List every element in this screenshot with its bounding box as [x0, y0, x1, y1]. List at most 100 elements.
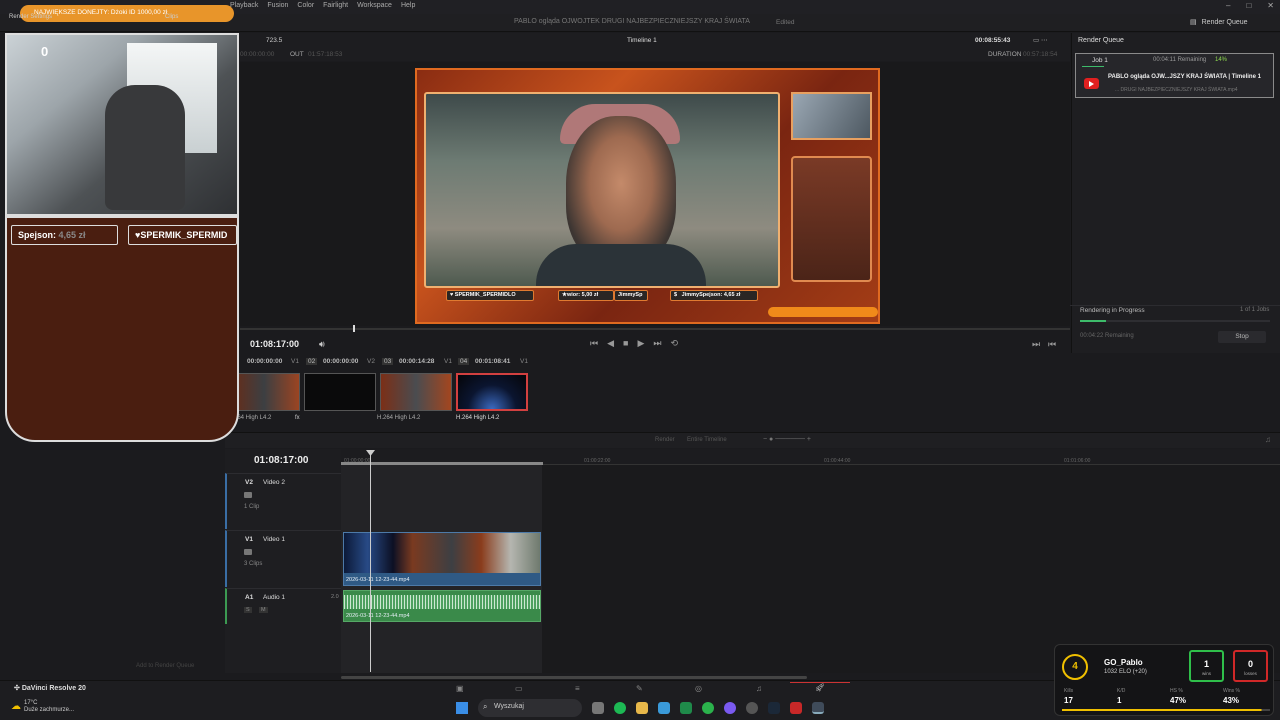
divider: [1070, 305, 1280, 306]
viewer-scrubber[interactable]: [240, 328, 1070, 330]
fairlight-page-icon[interactable]: ♫: [756, 684, 762, 693]
loop-icon[interactable]: ⟲: [671, 338, 679, 349]
next-clip-icon[interactable]: ⏮: [1048, 339, 1056, 350]
skip-start-icon[interactable]: ⏮: [590, 338, 598, 349]
track-v1-monitor-icon[interactable]: [244, 549, 252, 555]
edit-page-icon[interactable]: ≡: [575, 684, 580, 693]
clip-1-track: V1: [291, 358, 299, 365]
stat-kd-label: K/D: [1117, 688, 1126, 694]
clip-thumbnail-3[interactable]: [380, 373, 452, 411]
cut-page-icon[interactable]: ▭: [515, 684, 523, 693]
xbox-icon[interactable]: [702, 702, 714, 714]
a1-clip[interactable]: 2026-03-11 12-23-44.mp4: [343, 590, 541, 622]
render-label: Render: [655, 437, 675, 443]
track-v2-monitor-icon[interactable]: [244, 492, 252, 498]
track-v1-title: Video 1: [263, 536, 285, 543]
edge-icon[interactable]: [658, 702, 670, 714]
skip-end-icon[interactable]: ⏭: [653, 338, 661, 349]
resolve-taskbar-icon[interactable]: [812, 702, 824, 714]
scrubber-head[interactable]: [353, 325, 355, 332]
volume-icon[interactable]: 🔊︎: [319, 339, 325, 350]
zoom-level[interactable]: 723.5: [266, 37, 282, 44]
task-view-icon[interactable]: [592, 702, 604, 714]
track-v1[interactable]: V1 Video 1 3 Clips: [225, 530, 341, 587]
wins-value: 1: [1203, 659, 1209, 669]
menu-workspace[interactable]: Workspace: [357, 2, 392, 9]
menu-playback[interactable]: Playback: [230, 2, 258, 9]
app-name: ✣ DaVinci Resolve 20: [14, 684, 86, 692]
menu-fusion[interactable]: Fusion: [267, 2, 288, 9]
timeline-scrollbar[interactable]: [341, 676, 807, 679]
deliver-page-icon[interactable]: 🚀︎: [790, 682, 850, 694]
solo-button[interactable]: S: [244, 607, 252, 613]
donor-pill-2b: JimmySp: [614, 290, 648, 301]
fusion-page-icon[interactable]: ✎: [636, 684, 643, 693]
tip-1-amount: 4,65 zł: [58, 230, 86, 240]
stop-icon[interactable]: ■: [623, 338, 628, 349]
file-explorer-icon[interactable]: [636, 702, 648, 714]
steam-icon[interactable]: [768, 702, 780, 714]
search-icon: ⌕: [483, 702, 488, 711]
play-icon[interactable]: ▶: [637, 338, 644, 349]
v1-clip[interactable]: 2026-03-11 12-23-44.mp4: [343, 532, 541, 586]
mute-button[interactable]: M: [259, 607, 268, 613]
rendering-status: Rendering in Progress: [1080, 307, 1145, 314]
clips-tab[interactable]: Clips: [165, 14, 178, 20]
clip-2-fx: fx: [295, 415, 300, 421]
timeline-ruler[interactable]: 01:00:00:00 01:00:22:00 01:00:44:00 01:0…: [341, 449, 1280, 465]
clip-thumbnail-2[interactable]: [304, 373, 376, 411]
side-webcam: [791, 92, 872, 140]
webcam-overlay: 0: [5, 33, 239, 216]
timeline-toolbar: Render Entire Timeline − ● ────── + ♫: [225, 432, 1280, 448]
excel-icon[interactable]: [680, 702, 692, 714]
edited-status: Edited: [776, 19, 795, 26]
transport-controls: ⏮ ◀ ■ ▶ ⏭ ⟲: [590, 338, 678, 349]
render-queue-button[interactable]: ▤ Render Queue: [1190, 18, 1248, 27]
ruler-tick-2: 01:00:22:00: [584, 458, 611, 464]
obs-icon[interactable]: [746, 702, 758, 714]
spotify-icon[interactable]: [614, 702, 626, 714]
entire-timeline-select[interactable]: Entire Timeline: [687, 437, 727, 443]
menu-color[interactable]: Color: [297, 2, 314, 9]
render-settings-tab[interactable]: Render Settings: [9, 14, 52, 20]
side-panel: [791, 156, 872, 282]
stop-button[interactable]: Stop: [1218, 331, 1266, 343]
track-v2[interactable]: V2 Video 2 1 Clip: [225, 473, 341, 529]
add-to-render-queue[interactable]: Add to Render Queue: [136, 663, 194, 669]
close-icon[interactable]: ✕: [1267, 1, 1274, 10]
shield-app-icon[interactable]: [790, 702, 802, 714]
playhead[interactable]: [370, 452, 371, 672]
menu-help[interactable]: Help: [401, 2, 415, 9]
track-a1[interactable]: A1 Audio 1 2.0 S M: [225, 588, 341, 624]
prev-clip-icon[interactable]: ⏭: [1032, 339, 1040, 350]
menu-fairlight[interactable]: Fairlight: [323, 2, 348, 9]
tip-2-name: SPERMIK_SPERMID: [140, 230, 228, 240]
clip-3-index: 03: [382, 358, 394, 365]
step-back-icon[interactable]: ◀: [607, 338, 614, 349]
faceit-username: GO_Pablo: [1104, 658, 1143, 667]
audio-meter-icon[interactable]: ♫: [1265, 435, 1271, 444]
ruler-tick-4: 01:01:06:00: [1064, 458, 1091, 464]
duration-label: DURATION: [988, 51, 1022, 58]
minimize-icon[interactable]: –: [1226, 1, 1230, 10]
timeline-name[interactable]: Timeline 1: [627, 37, 657, 44]
render-queue-title: Render Queue: [1078, 37, 1124, 44]
color-page-icon[interactable]: ◎: [695, 684, 702, 693]
faceit-level: 4: [1062, 654, 1088, 680]
job-title: PABLO ogląda OJW...JSZY KRAJ ŚWIATA | Ti…: [1108, 74, 1261, 80]
cam-chair: [105, 85, 185, 210]
tip-1-name: Spejson:: [18, 230, 57, 240]
maximize-icon[interactable]: □: [1246, 1, 1251, 10]
media-page-icon[interactable]: ▣: [456, 684, 464, 693]
zoom-slider[interactable]: − ● ────── +: [763, 436, 811, 443]
discord-icon[interactable]: [724, 702, 736, 714]
taskbar-search[interactable]: ⌕ Wyszukaj: [478, 699, 582, 717]
windows-start-icon[interactable]: [456, 702, 468, 714]
weather-widget[interactable]: 17°C Duże zachmurze...: [24, 700, 74, 714]
job-percent: 14%: [1215, 57, 1228, 63]
clip-thumbnail-4[interactable]: [456, 373, 528, 411]
losses-box: 0 losses: [1233, 650, 1268, 682]
tip-pill-1: Spejson: 4,65 zł: [11, 225, 118, 245]
render-progress-fill: [1080, 320, 1106, 322]
view-options-icon[interactable]: ▭ ⋯: [1033, 36, 1047, 44]
